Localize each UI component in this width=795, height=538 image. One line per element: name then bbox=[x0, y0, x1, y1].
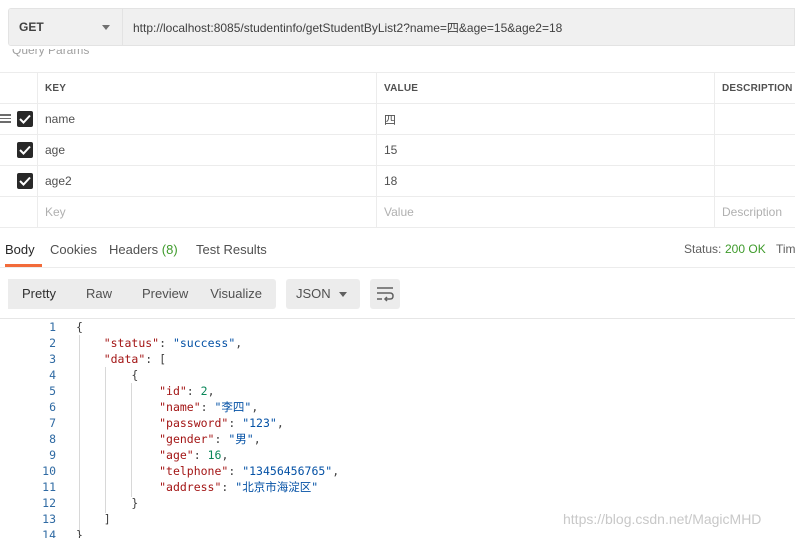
drag-handle-icon[interactable] bbox=[0, 114, 11, 123]
code-line: 2 "status": "success", bbox=[0, 335, 795, 351]
code-line: 1{ bbox=[0, 319, 795, 335]
param-row-new: Key Value Description bbox=[0, 197, 795, 228]
code-line: 9 "age": 16, bbox=[0, 447, 795, 463]
line-number: 11 bbox=[42, 480, 56, 494]
view-pretty-button[interactable]: Pretty bbox=[8, 279, 56, 309]
code-line: 11 "address": "北京市海淀区" bbox=[0, 479, 795, 495]
line-number: 4 bbox=[49, 368, 56, 382]
code-line: 4 { bbox=[0, 367, 795, 383]
param-checkbox[interactable] bbox=[17, 111, 33, 127]
param-description-input[interactable] bbox=[714, 104, 795, 134]
column-header-description: DESCRIPTION bbox=[714, 73, 795, 103]
code-text: ] bbox=[76, 512, 111, 526]
new-key-input[interactable]: Key bbox=[37, 197, 377, 227]
code-line: 12 } bbox=[0, 495, 795, 511]
tab-cookies[interactable]: Cookies bbox=[50, 236, 97, 266]
code-text: "id": 2, bbox=[159, 384, 215, 398]
param-row: age 15 bbox=[0, 135, 795, 166]
wrap-lines-button[interactable] bbox=[370, 279, 400, 309]
chevron-down-icon bbox=[102, 25, 110, 30]
line-number: 14 bbox=[42, 528, 56, 538]
code-line: 5 "id": 2, bbox=[0, 383, 795, 399]
status-label: Status: bbox=[684, 242, 722, 256]
tab-headers[interactable]: Headers (8) bbox=[109, 236, 178, 266]
param-checkbox[interactable] bbox=[17, 142, 33, 158]
param-value-input[interactable]: 四 bbox=[376, 104, 715, 134]
code-text: "status": "success", bbox=[103, 336, 243, 350]
line-number: 3 bbox=[49, 352, 56, 366]
code-text: { bbox=[76, 368, 139, 382]
code-text: "age": 16, bbox=[159, 448, 229, 462]
wrap-lines-icon bbox=[377, 287, 394, 302]
view-preview-button[interactable]: Preview bbox=[112, 279, 188, 309]
param-value-input[interactable]: 15 bbox=[376, 135, 715, 165]
time-label: Tim bbox=[776, 242, 795, 256]
new-description-input[interactable]: Description bbox=[714, 197, 795, 227]
line-number: 10 bbox=[42, 464, 56, 478]
view-mode-group: Pretty Raw Preview Visualize bbox=[8, 279, 276, 309]
code-line: 3 "data": [ bbox=[0, 351, 795, 367]
code-text: "name": "李四", bbox=[159, 400, 259, 414]
column-header-key: KEY bbox=[37, 73, 377, 103]
param-value-input[interactable]: 18 bbox=[376, 166, 715, 196]
request-bar: GET http://localhost:8085/studentinfo/ge… bbox=[8, 8, 795, 46]
code-text: "password": "123", bbox=[159, 416, 284, 430]
line-number: 5 bbox=[49, 384, 56, 398]
code-line: 7 "password": "123", bbox=[0, 415, 795, 431]
line-number: 13 bbox=[42, 512, 56, 526]
line-number: 6 bbox=[49, 400, 56, 414]
line-number: 8 bbox=[49, 432, 56, 446]
param-row: age2 18 bbox=[0, 166, 795, 197]
headers-count-badge: (8) bbox=[161, 242, 178, 257]
watermark-text: https://blog.csdn.net/MagicMHD bbox=[563, 511, 762, 527]
param-description-input[interactable] bbox=[714, 135, 795, 165]
method-label: GET bbox=[19, 20, 44, 34]
response-body-viewer[interactable]: 1{2 "status": "success", 3 "data": [4 {5 … bbox=[0, 318, 795, 538]
params-table: KEY VALUE DESCRIPTION name 四 age 15 age2… bbox=[0, 72, 795, 228]
line-number: 2 bbox=[49, 336, 56, 350]
line-number: 12 bbox=[42, 496, 56, 510]
column-header-value: VALUE bbox=[376, 73, 715, 103]
line-number: 9 bbox=[49, 448, 56, 462]
line-number: 7 bbox=[49, 416, 56, 430]
format-select[interactable]: JSON bbox=[286, 279, 360, 309]
chevron-down-icon bbox=[339, 292, 347, 297]
query-params-title: Query Params bbox=[12, 49, 90, 57]
code-text: { bbox=[76, 320, 83, 334]
view-visualize-button[interactable]: Visualize bbox=[188, 279, 262, 309]
body-toolbar: Pretty Raw Preview Visualize JSON bbox=[8, 279, 400, 309]
param-key-input[interactable]: age2 bbox=[37, 166, 377, 196]
param-description-input[interactable] bbox=[714, 166, 795, 196]
code-line: 10 "telphone": "13456456765", bbox=[0, 463, 795, 479]
code-text: "address": "北京市海淀区" bbox=[159, 480, 319, 494]
status-badge: 200 OK bbox=[725, 242, 766, 256]
param-checkbox[interactable] bbox=[17, 173, 33, 189]
param-key-input[interactable]: age bbox=[37, 135, 377, 165]
line-number: 1 bbox=[49, 320, 56, 334]
code-line: 6 "name": "李四", bbox=[0, 399, 795, 415]
code-text: "telphone": "13456456765", bbox=[159, 464, 340, 478]
method-select[interactable]: GET bbox=[9, 9, 123, 45]
view-raw-button[interactable]: Raw bbox=[56, 279, 112, 309]
tab-headers-label: Headers bbox=[109, 242, 159, 257]
code-text: } bbox=[76, 528, 83, 538]
format-label: JSON bbox=[296, 286, 331, 301]
code-line: 14} bbox=[0, 527, 795, 538]
tab-body[interactable]: Body bbox=[5, 236, 42, 267]
code-line: 8 "gender": "男", bbox=[0, 431, 795, 447]
param-row: name 四 bbox=[0, 104, 795, 135]
new-value-input[interactable]: Value bbox=[376, 197, 715, 227]
code-text: } bbox=[76, 496, 139, 510]
param-key-input[interactable]: name bbox=[37, 104, 377, 134]
tab-test-results[interactable]: Test Results bbox=[196, 236, 267, 266]
code-text: "data": [ bbox=[103, 352, 167, 366]
params-header-row: KEY VALUE DESCRIPTION bbox=[0, 73, 795, 104]
url-input[interactable]: http://localhost:8085/studentinfo/getStu… bbox=[123, 9, 794, 45]
response-tabs: Body Cookies Headers (8) Test Results St… bbox=[0, 236, 795, 268]
code-text: "gender": "男", bbox=[159, 432, 261, 446]
